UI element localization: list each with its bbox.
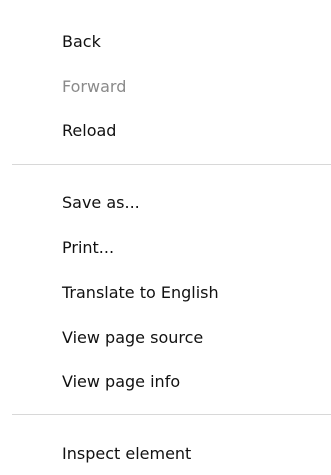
menu-item-back[interactable]: Back: [62, 32, 101, 52]
menu-item-inspect-element[interactable]: Inspect element: [62, 444, 191, 464]
menu-item-view-page-info[interactable]: View page info: [62, 372, 180, 392]
menu-item-view-page-source[interactable]: View page source: [62, 328, 203, 348]
menu-item-print[interactable]: Print...: [62, 238, 114, 258]
menu-separator: [12, 414, 331, 415]
menu-separator: [12, 164, 331, 165]
menu-item-forward: Forward: [62, 77, 127, 96]
menu-item-translate[interactable]: Translate to English: [62, 283, 219, 303]
menu-item-save-as[interactable]: Save as...: [62, 193, 140, 213]
menu-item-reload[interactable]: Reload: [62, 121, 116, 141]
context-menu: Back Forward Reload Save as... Print... …: [0, 0, 331, 475]
